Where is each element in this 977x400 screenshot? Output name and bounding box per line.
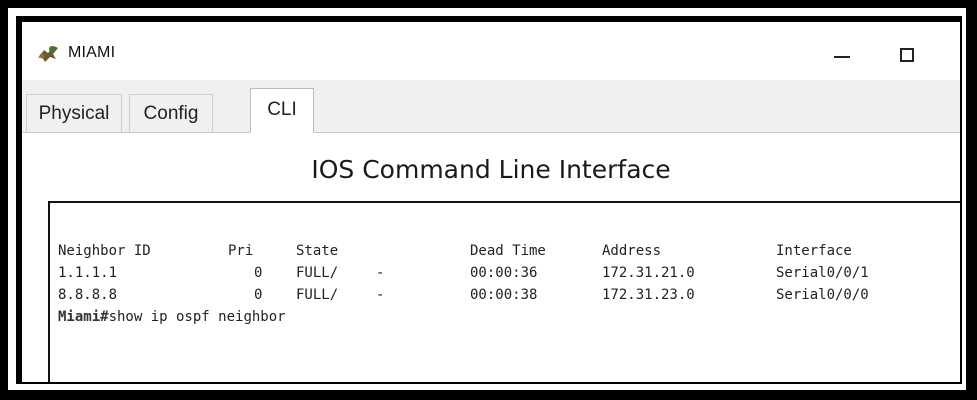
neighbor-id-cell: 8.8.8.8 [58, 287, 118, 303]
window-title: MIAMI [68, 44, 116, 61]
maximize-button[interactable] [888, 40, 928, 68]
tab-cli[interactable]: CLI [250, 88, 314, 133]
dead-time-cell: 00:00:38 [470, 287, 538, 303]
tab-bar: Physical Config CLI [22, 80, 960, 133]
interface-cell: Serial0/0/1 [776, 265, 869, 281]
address-cell: 172.31.23.0 [602, 287, 695, 303]
prompt-command: show ip ospf neighbor [108, 309, 286, 325]
tab-config[interactable]: Config [129, 94, 213, 132]
title-bar[interactable]: MIAMI [22, 22, 960, 80]
dr-state-cell: - [376, 265, 385, 281]
minimize-icon [834, 56, 850, 58]
screenshot-frame: MIAMI Physical Config CLI IOS Command Li… [0, 0, 977, 400]
header-dead-time: Dead Time [470, 243, 546, 259]
pri-cell: 0 [254, 287, 263, 303]
dead-time-cell: 00:00:36 [470, 265, 538, 281]
header-state: State [296, 243, 339, 259]
router-device-icon [36, 44, 60, 64]
header-pri: Pri [228, 243, 254, 259]
device-window: MIAMI Physical Config CLI IOS Command Li… [22, 22, 960, 382]
state-cell: FULL/ [296, 265, 339, 281]
header-address: Address [602, 243, 662, 259]
maximize-icon [900, 48, 914, 62]
cli-prompt-line: Miami#show ip ospf neighbor [58, 309, 286, 325]
prompt-hostname: Miami# [58, 309, 109, 325]
dr-state-cell: - [376, 287, 385, 303]
cli-panel: IOS Command Line Interface Neighbor ID P… [22, 133, 960, 382]
header-neighbor-id: Neighbor ID [58, 243, 151, 259]
minimize-button[interactable] [822, 40, 862, 68]
interface-cell: Serial0/0/0 [776, 287, 869, 303]
tab-physical[interactable]: Physical [26, 94, 122, 132]
address-cell: 172.31.21.0 [602, 265, 695, 281]
pri-cell: 0 [254, 265, 263, 281]
cli-heading: IOS Command Line Interface [311, 155, 671, 184]
neighbor-id-cell: 1.1.1.1 [58, 265, 118, 281]
state-cell: FULL/ [296, 287, 339, 303]
terminal-output[interactable]: Neighbor ID Pri State Dead Time Address … [48, 201, 960, 382]
header-interface: Interface [776, 243, 852, 259]
